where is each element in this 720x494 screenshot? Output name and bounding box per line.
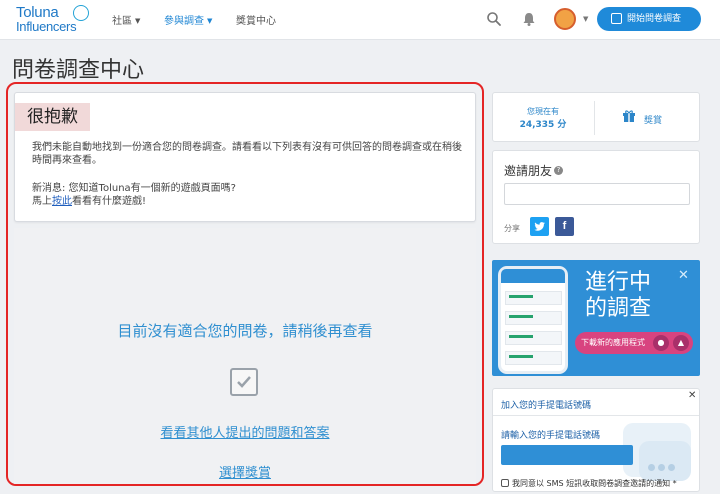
phone-mockup-header: [501, 269, 565, 283]
sorry-message-box: 很抱歉 我們未能自動地找到一份適合您的問卷調查。請看看以下列表有沒有可供回答的問…: [14, 92, 476, 222]
chevron-down-icon: ▼: [207, 17, 213, 25]
promo-title: 進行中 的調查: [585, 270, 651, 322]
android-icon[interactable]: ▲: [673, 335, 689, 351]
qa-link[interactable]: 看看其他人提出的問題和答案: [14, 422, 476, 441]
start-survey-label: 開始問卷調查: [627, 14, 682, 24]
points-card: 您現在有 24,335 分 獎賞: [492, 92, 700, 142]
no-survey-message: 目前沒有適合您的問卷，請稍後再查看: [117, 322, 373, 340]
news-line2: 馬上按此看看有什麼遊戲!: [32, 195, 236, 208]
close-icon[interactable]: ✕: [688, 390, 696, 401]
points-value: 24,335 分: [519, 120, 567, 130]
promo-title-line2: 的調查: [585, 296, 652, 321]
nav-community-label: 社區: [112, 16, 132, 27]
gift-icon[interactable]: [622, 109, 636, 123]
phone-mockup-row: [505, 291, 562, 305]
page-title: 問卷調查中心: [12, 58, 145, 83]
top-bar: Toluna Influencers 社區 ▼ 參與調查 ▼ 獎賞中心 ▼ 開始問卷…: [0, 0, 720, 40]
sms-consent-checkbox[interactable]: [501, 479, 509, 487]
phone-card-title: 加入您的手提電話號碼: [501, 401, 592, 411]
nav-rewards-center[interactable]: 獎賞中心: [236, 12, 276, 27]
toluna-logo[interactable]: Toluna Influencers: [16, 4, 90, 36]
app-promo-banner[interactable]: 進行中 的調查 ✕ 下載新的應用程式 ● ▲: [492, 260, 700, 376]
apple-icon[interactable]: ●: [653, 335, 669, 351]
download-app-button[interactable]: 下載新的應用程式 ● ▲: [575, 332, 693, 354]
phone-mockup-row: [505, 311, 562, 325]
facebook-share-icon[interactable]: f: [555, 217, 574, 236]
news-message: 新消息: 您知道Toluna有一個新的遊戲頁面嗎? 馬上按此看看有什麼遊戲!: [32, 182, 236, 208]
news-suffix: 看看有什麼遊戲!: [72, 196, 147, 207]
sorry-title: 很抱歉: [15, 103, 90, 131]
phone-mockup-row: [505, 351, 562, 365]
checkbox-checked-icon: [230, 368, 258, 396]
avatar[interactable]: [554, 8, 576, 30]
chevron-down-icon: ▼: [135, 17, 141, 25]
phone-mockup-row: [505, 331, 562, 345]
share-label: 分享: [504, 224, 520, 233]
download-app-label: 下載新的應用程式: [581, 338, 645, 347]
promo-title-line1: 進行中: [585, 270, 652, 295]
rewards-link[interactable]: 獎賞: [644, 113, 662, 126]
checkbox-icon: [611, 13, 622, 24]
phone-number-input[interactable]: [501, 445, 633, 465]
main-content-frame: 很抱歉 我們未能自動地找到一份適合您的問卷調查。請看看以下列表有沒有可供回答的問…: [6, 82, 484, 486]
logo-text-influencers: Influencers: [16, 19, 77, 34]
invite-title-label: 邀請朋友: [504, 164, 553, 178]
nav-surveys-label: 參與調查: [164, 16, 204, 27]
close-icon[interactable]: ✕: [678, 268, 689, 283]
typing-dots-icon: [648, 456, 678, 475]
phone-prompt: 請輸入您的手提電話號碼: [501, 431, 601, 441]
sorry-text: 我們未能自動地找到一份適合您的問卷調查。請看看以下列表有沒有可供回答的問卷調查或…: [32, 142, 462, 166]
twitter-share-icon[interactable]: [530, 217, 549, 236]
avatar-chevron-down-icon[interactable]: ▼: [583, 15, 588, 23]
choose-reward-link[interactable]: 選擇獎賞: [14, 462, 476, 481]
sms-consent[interactable]: 我同意以 SMS 短訊收取問卷調查邀請的通知 *: [501, 478, 677, 489]
nav-surveys[interactable]: 參與調查 ▼: [164, 12, 212, 27]
nav-rewards-center-label: 獎賞中心: [236, 16, 276, 27]
help-icon[interactable]: ?: [554, 166, 564, 175]
news-line1: 新消息: 您知道Toluna有一個新的遊戲頁面嗎?: [32, 183, 236, 194]
points-label: 您現在有: [527, 107, 559, 116]
phone-number-card: 加入您的手提電話號碼 ✕ 請輸入您的手提電話號碼 我同意以 SMS 短訊收取問卷…: [492, 388, 700, 492]
sms-consent-label: 我同意以 SMS 短訊收取問卷調查邀請的通知 *: [512, 479, 677, 488]
invite-title: 邀請朋友?: [504, 162, 564, 179]
divider: [493, 415, 699, 416]
empty-survey-panel: 目前沒有適合您的問卷，請稍後再查看 看看其他人提出的問題和答案 選擇獎賞: [14, 228, 476, 484]
nav-community[interactable]: 社區 ▼: [112, 12, 140, 27]
invite-email-input[interactable]: [504, 183, 690, 205]
bell-icon[interactable]: [521, 11, 537, 27]
search-icon[interactable]: [486, 11, 502, 27]
news-prefix: 馬上: [32, 196, 52, 207]
start-survey-button[interactable]: 開始問卷調查: [597, 7, 701, 31]
phone-mockup-image: [498, 266, 568, 374]
invite-friends-card: 邀請朋友? 分享 f: [492, 150, 700, 244]
divider: [594, 101, 595, 135]
games-link[interactable]: 按此: [52, 196, 72, 207]
